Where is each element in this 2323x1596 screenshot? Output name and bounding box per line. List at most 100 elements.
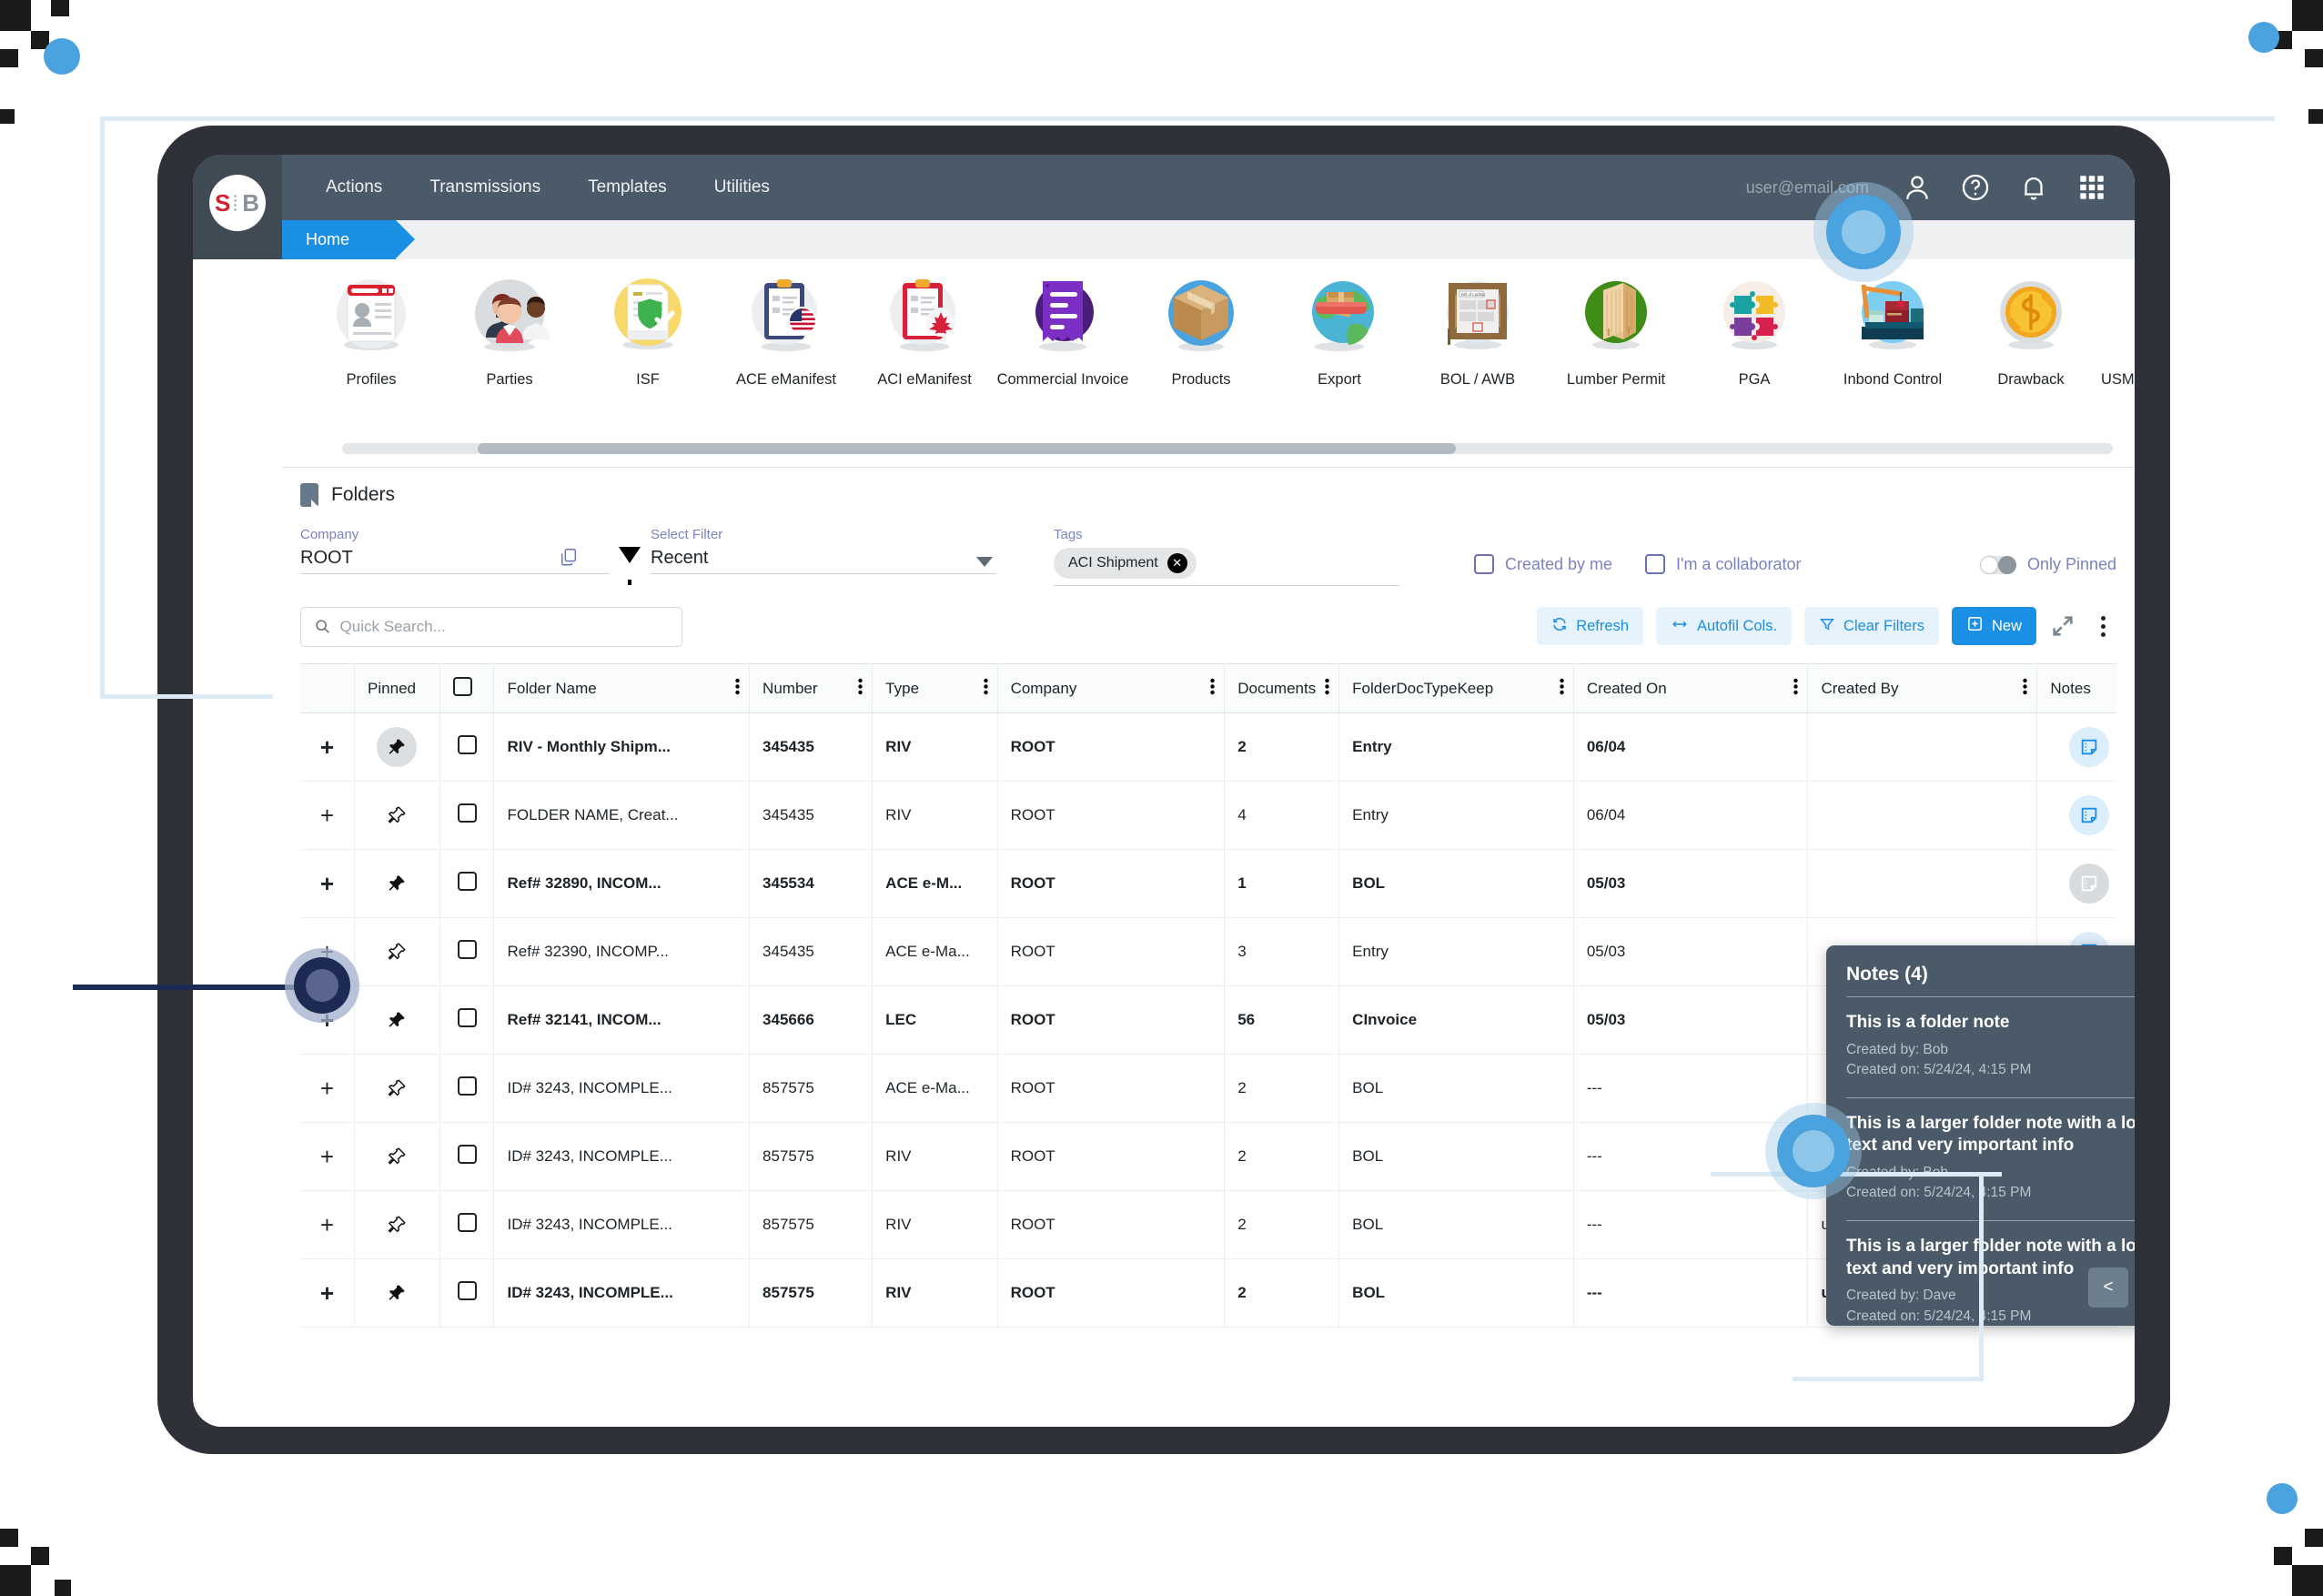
documents-text: 2 — [1237, 1284, 1247, 1301]
row-pin-cell[interactable] — [354, 917, 440, 986]
cell-created-on: --- — [1573, 1122, 1809, 1191]
cell-folder-name[interactable]: FOLDER NAME, Creat... — [493, 781, 751, 850]
row-expand-button[interactable]: + — [300, 781, 356, 850]
row-select-cell[interactable] — [439, 849, 495, 918]
table-row[interactable]: + RIV - Monthly Shipm... 345435 RIV ROOT 2 Ent… — [300, 712, 2116, 782]
cell-folder-name[interactable]: ID# 3243, INCOMPLE... — [493, 1122, 751, 1191]
row-select-cell[interactable] — [439, 917, 495, 986]
row-checkbox[interactable] — [457, 940, 477, 959]
row-checkbox[interactable] — [457, 735, 477, 754]
row-checkbox[interactable] — [457, 1076, 477, 1096]
plus-icon: + — [319, 1074, 335, 1102]
row-expand-button[interactable]: + — [300, 849, 356, 918]
cell-documents: 2 — [1224, 712, 1340, 782]
cell-folderdoctypekeep: Entry — [1338, 712, 1574, 782]
cell-documents: 2 — [1224, 1190, 1340, 1259]
row-pin-cell[interactable] — [354, 849, 440, 918]
callout-top-right — [100, 116, 2275, 699]
cell-company: ROOT — [997, 1122, 1226, 1191]
cell-notes[interactable] — [2036, 849, 2116, 918]
cell-folder-name[interactable]: RIV - Monthly Shipm... — [493, 712, 751, 782]
row-pin-cell[interactable] — [354, 712, 440, 782]
row-expand-button[interactable]: + — [300, 1190, 356, 1259]
cell-notes[interactable] — [2036, 781, 2116, 850]
doc-type-text: BOL — [1352, 1079, 1384, 1096]
doc-type-text: BOL — [1352, 874, 1386, 892]
row-select-cell[interactable] — [439, 985, 495, 1055]
row-checkbox[interactable] — [457, 1145, 477, 1164]
pin-icon[interactable] — [377, 1136, 417, 1177]
created-on-text: 05/03 — [1586, 943, 1626, 960]
plus-icon: + — [319, 732, 335, 761]
cell-created-by — [1807, 781, 2038, 850]
row-select-cell[interactable] — [439, 1054, 495, 1123]
note-text: This is a larger folder note with a lot … — [1846, 1113, 2135, 1156]
type-text: RIV — [885, 1284, 912, 1301]
row-checkbox[interactable] — [457, 1213, 477, 1232]
pin-icon[interactable] — [377, 932, 417, 972]
pin-icon[interactable] — [377, 864, 417, 904]
cell-folder-name[interactable]: Ref# 32141, INCOM... — [493, 985, 751, 1055]
created-on-text: --- — [1586, 1147, 1602, 1165]
row-checkbox[interactable] — [457, 872, 477, 891]
plus-icon: + — [319, 801, 335, 829]
row-select-cell[interactable] — [439, 1122, 495, 1191]
number-text: 345534 — [763, 874, 814, 892]
cell-type: RIV — [872, 712, 998, 782]
documents-text: 2 — [1237, 738, 1247, 755]
company-text: ROOT — [1010, 1147, 1055, 1165]
pin-icon[interactable] — [377, 795, 417, 835]
row-checkbox[interactable] — [457, 1281, 477, 1300]
cell-folderdoctypekeep: Entry — [1338, 917, 1574, 986]
company-text: ROOT — [1010, 874, 1055, 892]
row-pin-cell[interactable] — [354, 1190, 440, 1259]
cell-folder-name[interactable]: ID# 3243, INCOMPLE... — [493, 1190, 751, 1259]
row-pin-cell[interactable] — [354, 1258, 440, 1328]
cell-folder-name[interactable]: Ref# 32390, INCOMP... — [493, 917, 751, 986]
row-select-cell[interactable] — [439, 712, 495, 782]
cell-company: ROOT — [997, 712, 1226, 782]
pin-icon[interactable] — [377, 1273, 417, 1313]
cell-folder-name[interactable]: Ref# 32890, INCOM... — [493, 849, 751, 918]
row-pin-cell[interactable] — [354, 1054, 440, 1123]
row-pin-cell[interactable] — [354, 1122, 440, 1191]
row-checkbox[interactable] — [457, 803, 477, 823]
table-row[interactable]: + Ref# 32890, INCOM... 345534 ACE e-M... ROO… — [300, 849, 2116, 918]
notes-prev-button[interactable]: < — [2088, 1268, 2128, 1308]
pin-icon[interactable] — [377, 1000, 417, 1040]
table-row[interactable]: + FOLDER NAME, Creat... 345435 RIV ROOT 4 Entr… — [300, 781, 2116, 850]
row-pin-cell[interactable] — [354, 985, 440, 1055]
note-icon[interactable] — [2069, 795, 2110, 835]
row-select-cell[interactable] — [439, 781, 495, 850]
cell-number: 857575 — [749, 1122, 874, 1191]
company-text: ROOT — [1010, 1011, 1055, 1028]
created-on-text: --- — [1586, 1079, 1602, 1096]
row-checkbox[interactable] — [457, 1008, 477, 1027]
row-pin-cell[interactable] — [354, 781, 440, 850]
note-icon[interactable] — [2069, 727, 2110, 767]
number-text: 345435 — [763, 806, 814, 823]
cell-folder-name[interactable]: ID# 3243, INCOMPLE... — [493, 1258, 751, 1328]
row-expand-button[interactable]: + — [300, 1258, 356, 1328]
note-icon[interactable] — [2069, 864, 2110, 904]
row-expand-button[interactable]: + — [300, 985, 356, 1055]
pin-icon[interactable] — [377, 1205, 417, 1245]
cell-folder-name[interactable]: ID# 3243, INCOMPLE... — [493, 1054, 751, 1123]
row-expand-button[interactable]: + — [300, 1054, 356, 1123]
row-expand-button[interactable]: + — [300, 917, 356, 986]
documents-text: 4 — [1237, 806, 1247, 823]
cell-notes[interactable] — [2036, 712, 2116, 782]
cell-created-on: 06/04 — [1573, 712, 1809, 782]
pin-icon[interactable] — [377, 1068, 417, 1108]
row-select-cell[interactable] — [439, 1258, 495, 1328]
row-expand-button[interactable]: + — [300, 712, 356, 782]
cell-folderdoctypekeep: BOL — [1338, 1054, 1574, 1123]
pin-icon[interactable] — [377, 727, 418, 767]
number-text: 345435 — [763, 943, 814, 960]
cell-company: ROOT — [997, 917, 1226, 986]
folder-name-text: ID# 3243, INCOMPLE... — [507, 1284, 673, 1301]
row-expand-button[interactable]: + — [300, 1122, 356, 1191]
note-text: This is a folder note — [1846, 1013, 2010, 1032]
row-select-cell[interactable] — [439, 1190, 495, 1259]
company-text: ROOT — [1010, 738, 1055, 755]
